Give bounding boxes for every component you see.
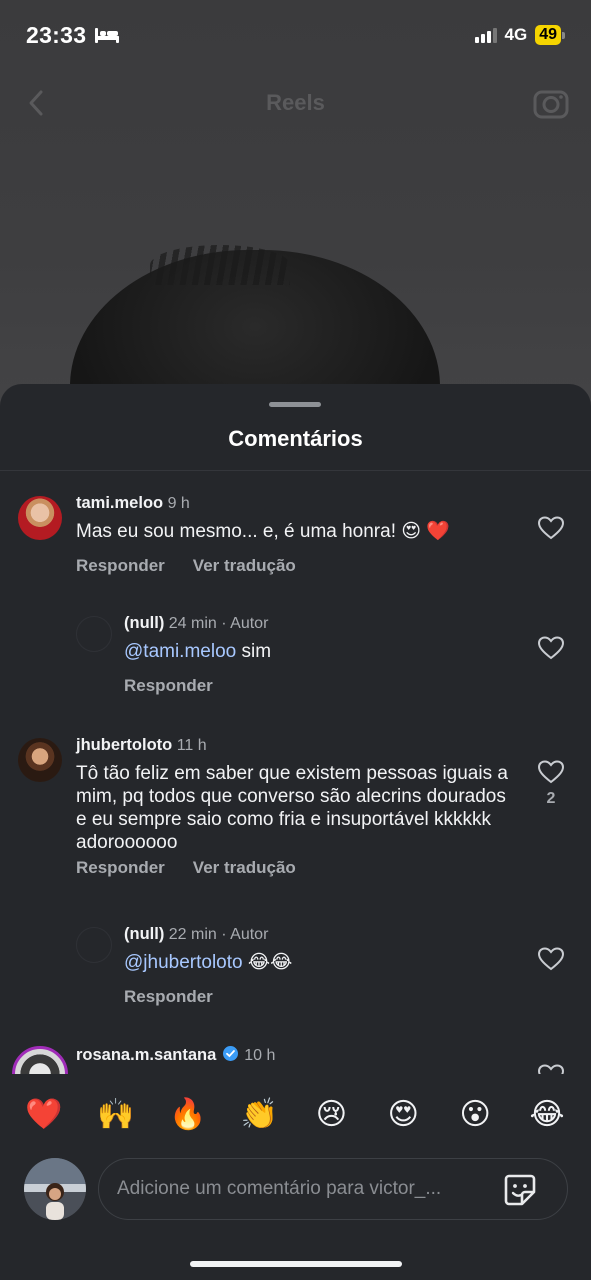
emoji-laugh-button[interactable]: 😂 (522, 1092, 572, 1138)
status-time: 23:33 (26, 21, 87, 48)
emoji-heart-button[interactable]: ❤️ (19, 1092, 69, 1138)
comment-time: 11 h (176, 737, 207, 754)
reel-hair-texture (150, 245, 290, 285)
comments-sheet: Comentários tami.meloo 9 h Mas eu sou me… (0, 384, 591, 1280)
comment-text: Mas eu sou mesmo... e, é uma honra! 😍 ❤️ (76, 521, 451, 542)
sheet-drag-handle[interactable] (269, 402, 321, 407)
battery-level: 49 (535, 25, 561, 45)
comment-text: sim (236, 641, 272, 662)
emoji-quick-bar: ❤️ 🙌 🔥 👏 😢 😍 😮 😂 (0, 1092, 591, 1138)
author-badge: · Autor (221, 615, 269, 632)
mention-link[interactable]: @jhubertoloto (124, 952, 243, 973)
heart-icon[interactable] (537, 1064, 565, 1074)
avatar-story-ring[interactable] (12, 1046, 68, 1074)
translate-button[interactable]: Ver tradução (193, 556, 296, 576)
heart-icon[interactable] (537, 947, 565, 971)
comment-username[interactable]: rosana.m.santana (76, 1046, 216, 1064)
chevron-left-icon[interactable] (22, 88, 52, 118)
avatar[interactable] (18, 496, 62, 540)
comment-time: 22 min (168, 926, 217, 943)
reply-button[interactable]: Responder (124, 987, 213, 1007)
home-indicator[interactable] (190, 1261, 402, 1267)
verified-badge-icon (222, 1046, 238, 1061)
camera-icon[interactable] (533, 85, 569, 121)
comment-input-container (98, 1158, 568, 1220)
avatar[interactable] (18, 738, 62, 782)
like-count: 2 (546, 790, 556, 807)
status-time-group: 23:33 (26, 22, 120, 49)
heart-icon[interactable] (537, 516, 565, 540)
sheet-title: Comentários (228, 426, 363, 451)
reply-button[interactable]: Responder (76, 556, 165, 576)
status-bar: 23:33 4G 49 (0, 0, 591, 70)
heart-icon[interactable] (537, 760, 565, 784)
status-right: 4G 49 (474, 25, 565, 45)
mention-link[interactable]: @tami.meloo (124, 641, 236, 662)
comment-username[interactable]: jhubertoloto (76, 736, 172, 754)
comments-list[interactable]: tami.meloo 9 h Mas eu sou mesmo... e, é … (0, 474, 591, 1074)
reply-button[interactable]: Responder (124, 676, 213, 696)
sleep-focus-icon (94, 26, 120, 44)
divider (0, 470, 591, 471)
comment-input[interactable] (117, 1178, 497, 1200)
comment-username[interactable]: (null) (124, 925, 164, 943)
comment-username[interactable]: tami.meloo (76, 494, 163, 512)
my-avatar (24, 1158, 86, 1220)
translate-button[interactable]: Ver tradução (193, 858, 296, 878)
reply-button[interactable]: Responder (76, 858, 165, 878)
emoji-cry-button[interactable]: 😢 (306, 1092, 356, 1138)
author-badge: · Autor (221, 926, 269, 943)
comment-composer (0, 1156, 591, 1222)
avatar[interactable] (76, 927, 112, 963)
comment-time: 10 h (244, 1047, 276, 1064)
cellular-signal-icon (474, 27, 497, 43)
comment-text: Tô tão feliz em saber que existem pessoa… (76, 763, 508, 853)
emoji-fire-button[interactable]: 🔥 (163, 1092, 213, 1138)
comment-text: 😂😂 (242, 952, 293, 973)
battery-icon: 49 (535, 25, 565, 45)
emoji-surprised-button[interactable]: 😮 (450, 1092, 500, 1138)
comment-text-wrap: @jhubertoloto 😂😂 (124, 951, 514, 974)
page-title: Reels (266, 90, 325, 115)
comment-username[interactable]: (null) (124, 614, 164, 632)
comment-time: 9 h (167, 495, 190, 512)
network-type: 4G (504, 25, 528, 44)
heart-icon[interactable] (537, 636, 565, 660)
avatar[interactable] (76, 616, 112, 652)
emoji-raised-hands-button[interactable]: 🙌 (91, 1092, 141, 1138)
sticker-icon[interactable] (503, 1173, 537, 1207)
comment-text-wrap: @tami.meloo sim (124, 640, 514, 663)
emoji-clap-button[interactable]: 👏 (235, 1092, 285, 1138)
emoji-heart-eyes-button[interactable]: 😍 (378, 1092, 428, 1138)
comment-time: 24 min (168, 615, 217, 632)
top-navigation: Reels (0, 80, 591, 126)
